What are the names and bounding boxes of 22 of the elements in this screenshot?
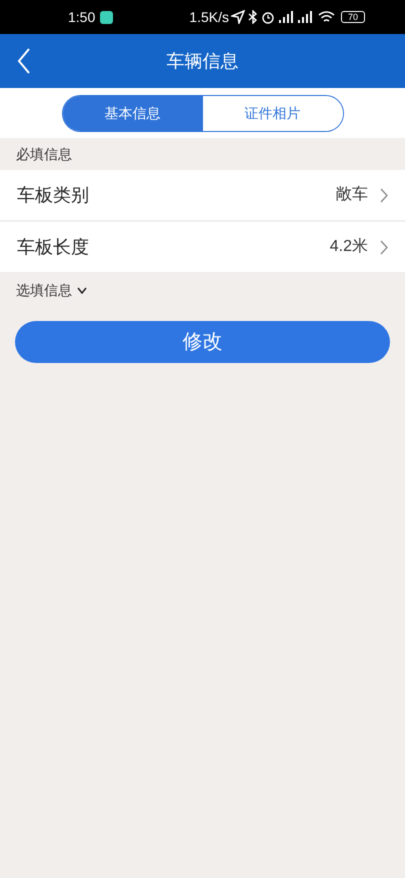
list-row[interactable]: 车板长度 4.2米 [0,222,405,273]
row-value: 敞车 [336,184,368,205]
network-speed: 1.5K/s [189,8,229,26]
tab[interactable]: 基本信息 [62,96,202,130]
row-label: 车板长度 [17,236,90,258]
row-value: 4.2米 [330,236,368,257]
section-title: 选填信息 [16,280,72,300]
page-title: 车辆信息 [166,50,240,72]
submit-button[interactable]: 修改 [15,321,390,363]
battery-icon: 70 [341,11,365,23]
chevron-down-icon[interactable] [77,286,87,294]
list-row[interactable]: 车板类别 敞车 [0,170,405,221]
location-icon [231,10,245,24]
wifi-icon [318,10,335,24]
chevron-right-icon [380,188,388,202]
row-label: 车板类别 [17,184,90,206]
signal-icon [297,10,313,24]
status-time: 1:50 [68,8,96,26]
signal-icon [278,10,294,24]
bluetooth-icon [248,10,258,24]
chevron-right-icon [380,240,388,254]
section-title: 必填信息 [16,144,72,164]
